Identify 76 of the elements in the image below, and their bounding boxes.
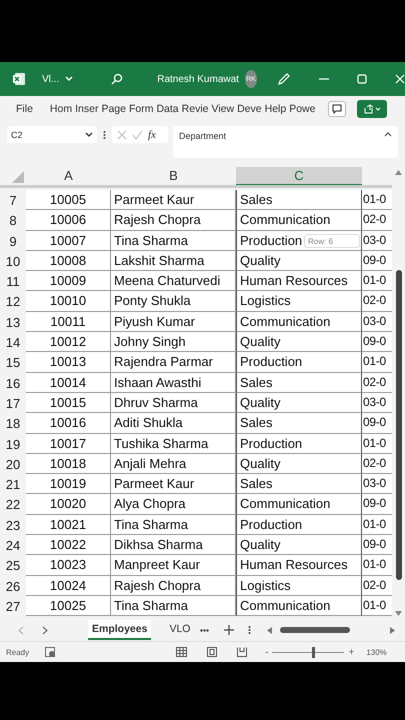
ribbon-tab[interactable]: Hom: [50, 103, 72, 115]
formula-field[interactable]: Department: [173, 126, 398, 158]
insert-function-button[interactable]: fx: [148, 128, 156, 140]
row-header[interactable]: 23: [0, 514, 26, 536]
row-header[interactable]: 22: [0, 494, 26, 515]
table-cell: 01-0: [362, 596, 392, 616]
row-header[interactable]: 7: [0, 190, 26, 210]
row-header[interactable]: 12: [0, 291, 26, 312]
row-header[interactable]: 26: [0, 576, 26, 596]
table-cell: Communication: [236, 596, 362, 616]
row-header[interactable]: 14: [0, 332, 26, 352]
scroll-down-icon[interactable]: [395, 611, 402, 616]
ribbon-tab[interactable]: File: [16, 103, 33, 115]
pen-icon[interactable]: [277, 72, 291, 86]
share-button[interactable]: [357, 100, 388, 118]
check-icon[interactable]: [132, 130, 143, 140]
row-header[interactable]: 17: [0, 392, 26, 414]
row-header[interactable]: 19: [0, 434, 26, 454]
ribbon-tab[interactable]: Inser: [75, 103, 98, 115]
close-icon[interactable]: [395, 74, 405, 84]
row-header[interactable]: 13: [0, 312, 26, 332]
row-header[interactable]: 15: [0, 352, 26, 373]
row-header[interactable]: 27: [0, 596, 26, 616]
ribbon-tab[interactable]: Form: [128, 103, 154, 115]
page-layout-icon[interactable]: [207, 647, 218, 657]
column-header[interactable]: C: [236, 167, 362, 185]
maximize-icon[interactable]: [357, 74, 367, 84]
page-break-icon[interactable]: [237, 647, 248, 657]
ribbon-tab[interactable]: Powe: [289, 103, 316, 115]
speech-bubble-icon: [332, 104, 342, 114]
row-header[interactable]: 25: [0, 555, 26, 576]
ribbon-tab[interactable]: Help: [264, 103, 286, 115]
search-icon[interactable]: [111, 73, 124, 85]
spreadsheet-app-icon: [12, 72, 26, 86]
row-header[interactable]: 21: [0, 474, 26, 494]
zoom-level: 130%: [366, 648, 387, 656]
table-cell: Tina Sharma: [111, 596, 236, 616]
row-header[interactable]: 8: [0, 210, 26, 231]
user-name: Ratnesh Kumawat: [157, 74, 239, 84]
row-header[interactable]: 10: [0, 250, 26, 272]
scroll-up-icon[interactable]: [395, 170, 402, 175]
share-icon: [363, 104, 382, 114]
more-icon[interactable]: [248, 625, 252, 635]
ribbon-tab[interactable]: Deve: [237, 103, 262, 115]
file-name-button[interactable]: Vl...: [40, 72, 76, 86]
add-sheet-icon[interactable]: [224, 625, 234, 635]
more-icon[interactable]: [103, 130, 106, 140]
row-header[interactable]: 24: [0, 535, 26, 556]
ribbon-tab[interactable]: Page: [101, 103, 126, 115]
chevron-down-icon: [65, 76, 74, 82]
ribbon-tab[interactable]: View: [212, 103, 234, 115]
more-icon[interactable]: [200, 628, 210, 632]
scroll-thumb[interactable]: [280, 627, 350, 633]
row-header[interactable]: 16: [0, 372, 26, 393]
status-text: Ready: [6, 648, 30, 656]
next-sheet-icon[interactable]: [42, 626, 48, 634]
row-header[interactable]: 20: [0, 454, 26, 474]
row-tooltip: Row: 6: [304, 234, 360, 248]
zoom-in-button[interactable]: +: [348, 646, 354, 658]
row-header[interactable]: 9: [0, 230, 26, 251]
scroll-thumb[interactable]: [396, 270, 402, 580]
ribbon-tab[interactable]: Revie: [182, 103, 209, 115]
name-box[interactable]: C2: [7, 126, 97, 143]
scroll-right-icon[interactable]: [390, 626, 396, 634]
ribbon-tab[interactable]: Data: [156, 103, 179, 115]
row-header[interactable]: 11: [0, 271, 26, 292]
chevron-down-icon: [85, 132, 93, 138]
table-cell: 10025: [26, 596, 111, 616]
zoom-out-button[interactable]: -: [265, 646, 268, 658]
comments-button[interactable]: [328, 101, 346, 117]
sheet-tab[interactable]: Employees: [88, 620, 152, 640]
normal-view-icon[interactable]: [176, 647, 188, 657]
caret-up-icon: [384, 131, 392, 137]
accessibility-icon[interactable]: [45, 646, 56, 658]
row-header[interactable]: 18: [0, 413, 26, 434]
scroll-left-icon[interactable]: [267, 626, 272, 634]
